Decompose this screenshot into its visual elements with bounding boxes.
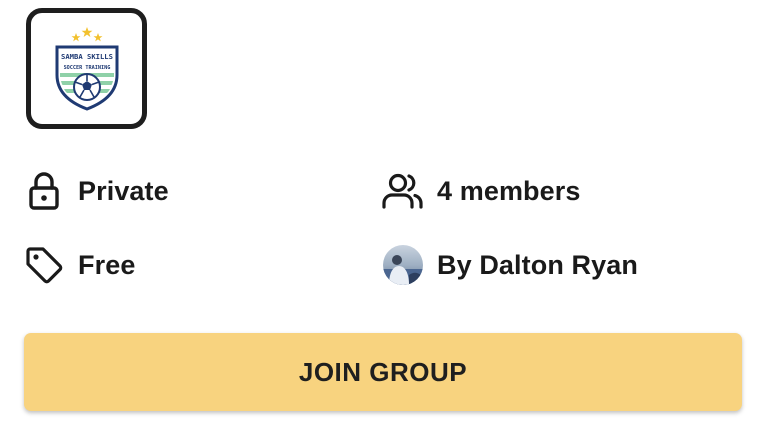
owner-label: By Dalton Ryan	[437, 249, 638, 280]
avatar[interactable]	[383, 245, 423, 285]
people-icon	[381, 169, 425, 213]
join-group-button[interactable]: JOIN GROUP	[24, 333, 742, 411]
privacy-row: Private	[22, 169, 169, 213]
members-label: 4 members	[437, 175, 581, 206]
owner-avatar-wrap	[381, 243, 425, 287]
star-icons	[71, 27, 103, 42]
owner-row[interactable]: By Dalton Ryan	[381, 243, 638, 287]
group-logo: SAMBA SKILLS SOCCER TRAINING	[26, 8, 147, 129]
tag-icon	[22, 243, 66, 287]
members-row[interactable]: 4 members	[381, 169, 580, 213]
price-label: Free	[78, 249, 136, 280]
logo-subtitle: SOCCER TRAINING	[64, 65, 111, 71]
join-group-label: JOIN GROUP	[298, 356, 468, 387]
privacy-label: Private	[78, 175, 169, 206]
price-row: Free	[22, 243, 135, 287]
lock-icon	[22, 169, 66, 213]
samba-skills-badge: SAMBA SKILLS SOCCER TRAINING	[55, 27, 119, 111]
logo-title: SAMBA SKILLS	[61, 52, 113, 61]
